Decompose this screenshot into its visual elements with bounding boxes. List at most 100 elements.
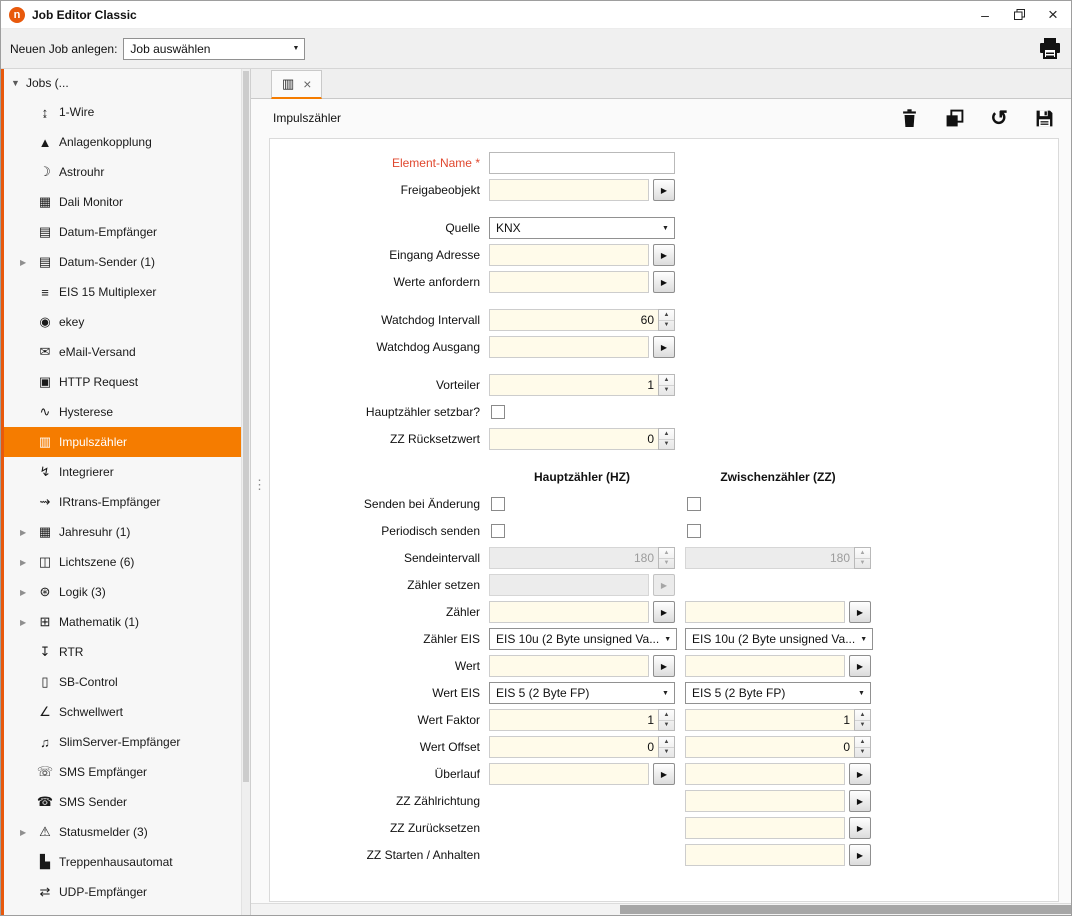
ueberlauf-hz-select-button[interactable]: ▶: [653, 763, 675, 785]
sidebar-item-logik-3[interactable]: ▶ ⊛ Logik (3): [4, 577, 250, 607]
expander-icon[interactable]: ▶: [20, 558, 36, 567]
werte-anfordern-select-button[interactable]: ▶: [653, 271, 675, 293]
sidebar-item-datum-empfaenger[interactable]: ▤ Datum-Empfänger: [4, 217, 250, 247]
sidebar-item-sms-empfaenger[interactable]: ☏ SMS Empfänger: [4, 757, 250, 787]
expander-icon[interactable]: ▶: [20, 588, 36, 597]
splitter-handle[interactable]: ⋮: [253, 477, 266, 493]
sidebar-item-anlagenkopplung[interactable]: ▲ Anlagenkopplung: [4, 127, 250, 157]
zaehler-hz-input[interactable]: [489, 601, 649, 623]
tab-close-icon[interactable]: ×: [303, 77, 311, 91]
close-button[interactable]: ×: [1043, 5, 1063, 25]
copy-button[interactable]: [943, 107, 965, 129]
wert-eis-zz-select[interactable]: EIS 5 (2 Byte FP)▼: [685, 682, 871, 704]
wert-offset-hz-input[interactable]: [489, 736, 659, 758]
delete-button[interactable]: [898, 107, 920, 129]
quelle-select[interactable]: KNX▼: [489, 217, 675, 239]
sidebar-item-statusmelder-3[interactable]: ▶ ⚠ Statusmelder (3): [4, 817, 250, 847]
hauptzaehler-setzbar-checkbox[interactable]: [491, 405, 505, 419]
freigabeobjekt-input[interactable]: [489, 179, 649, 201]
wert-hz-select-button[interactable]: ▶: [653, 655, 675, 677]
collapse-icon[interactable]: ▼: [11, 78, 26, 88]
wert-eis-hz-select[interactable]: EIS 5 (2 Byte FP)▼: [489, 682, 675, 704]
zz-ruecksetzwert-spinner[interactable]: ▲▼: [658, 428, 675, 450]
sidebar-item-sms-sender[interactable]: ☎ SMS Sender: [4, 787, 250, 817]
wert-faktor-hz-spinner[interactable]: ▲▼: [658, 709, 675, 731]
watchdog-intervall-input[interactable]: [489, 309, 659, 331]
wert-offset-zz-spinner[interactable]: ▲▼: [854, 736, 871, 758]
sidebar-item-datum-sender-1[interactable]: ▶ ▤ Datum-Sender (1): [4, 247, 250, 277]
periodisch-senden-zz-checkbox[interactable]: [687, 524, 701, 538]
freigabeobjekt-select-button[interactable]: ▶: [653, 179, 675, 201]
sidebar-item-udp-empfaenger[interactable]: ⇄ UDP-Empfänger: [4, 877, 250, 907]
job-select[interactable]: Job auswählen ▼: [123, 38, 305, 60]
sidebar-item-jahresuhr-1[interactable]: ▶ ▦ Jahresuhr (1): [4, 517, 250, 547]
sidebar-item-integrierer[interactable]: ↯ Integrierer: [4, 457, 250, 487]
sidebar-item-schwellwert[interactable]: ∠ Schwellwert: [4, 697, 250, 727]
watchdog-intervall-spinner[interactable]: ▲▼: [658, 309, 675, 331]
zz-zaehlrichtung-select-button[interactable]: ▶: [849, 790, 871, 812]
zz-zuruecksetzen-select-button[interactable]: ▶: [849, 817, 871, 839]
sidebar-scrollbar-thumb[interactable]: [243, 71, 249, 782]
sidebar-item-partial[interactable]: ▪: [4, 907, 250, 915]
vorteiler-input[interactable]: [489, 374, 659, 396]
sidebar-item-rtr[interactable]: ↧ RTR: [4, 637, 250, 667]
sidebar-item-dali-monitor[interactable]: ▦ Dali Monitor: [4, 187, 250, 217]
zz-starten-anhalten-select-button[interactable]: ▶: [849, 844, 871, 866]
zz-zaehlrichtung-input[interactable]: [685, 790, 845, 812]
sidebar-item-http-request[interactable]: ▣ HTTP Request: [4, 367, 250, 397]
sidebar-item-1-wire[interactable]: ↨ 1-Wire: [4, 97, 250, 127]
senden-bei-aenderung-hz-checkbox[interactable]: [491, 497, 505, 511]
zaehler-eis-zz-select[interactable]: EIS 10u (2 Byte unsigned Va...▼: [685, 628, 873, 650]
senden-bei-aenderung-zz-checkbox[interactable]: [687, 497, 701, 511]
wert-hz-input[interactable]: [489, 655, 649, 677]
sidebar-item-mathematik-1[interactable]: ▶ ⊞ Mathematik (1): [4, 607, 250, 637]
zaehler-zz-input[interactable]: [685, 601, 845, 623]
expander-icon[interactable]: ▶: [20, 528, 36, 537]
ueberlauf-zz-input[interactable]: [685, 763, 845, 785]
wert-faktor-zz-input[interactable]: [685, 709, 855, 731]
ueberlauf-zz-select-button[interactable]: ▶: [849, 763, 871, 785]
sidebar-item-hysterese[interactable]: ∿ Hysterese: [4, 397, 250, 427]
expander-icon[interactable]: ▶: [20, 618, 36, 627]
element-name-input[interactable]: [489, 152, 675, 174]
sidebar-item-sb-control[interactable]: ▯ SB-Control: [4, 667, 250, 697]
save-button[interactable]: [1033, 107, 1055, 129]
ueberlauf-hz-input[interactable]: [489, 763, 649, 785]
jobs-root-node[interactable]: ▼ Jobs (...: [4, 69, 250, 97]
wert-zz-input[interactable]: [685, 655, 845, 677]
sidebar-item-eis-15-multiplexer[interactable]: ≡ EIS 15 Multiplexer: [4, 277, 250, 307]
wert-zz-select-button[interactable]: ▶: [849, 655, 871, 677]
sidebar-item-email-versand[interactable]: ✉ eMail-Versand: [4, 337, 250, 367]
zaehler-eis-hz-select[interactable]: EIS 10u (2 Byte unsigned Va...▼: [489, 628, 677, 650]
sidebar-item-treppenhausautomat[interactable]: ▙ Treppenhausautomat: [4, 847, 250, 877]
sidebar-item-ekey[interactable]: ◉ ekey: [4, 307, 250, 337]
expander-icon[interactable]: ▶: [20, 828, 36, 837]
wert-faktor-hz-input[interactable]: [489, 709, 659, 731]
periodisch-senden-hz-checkbox[interactable]: [491, 524, 505, 538]
zaehler-zz-select-button[interactable]: ▶: [849, 601, 871, 623]
zz-starten-anhalten-input[interactable]: [685, 844, 845, 866]
vorteiler-spinner[interactable]: ▲▼: [658, 374, 675, 396]
sidebar-item-astrouhr[interactable]: ☽ Astrouhr: [4, 157, 250, 187]
print-button[interactable]: [1038, 38, 1062, 60]
maximize-button[interactable]: [1009, 5, 1029, 25]
wert-offset-hz-spinner[interactable]: ▲▼: [658, 736, 675, 758]
werte-anfordern-input[interactable]: [489, 271, 649, 293]
sidebar-item-lichtszene-6[interactable]: ▶ ◫ Lichtszene (6): [4, 547, 250, 577]
zz-zuruecksetzen-input[interactable]: [685, 817, 845, 839]
sidebar-item-irtrans-empfaenger[interactable]: ⇝ IRtrans-Empfänger: [4, 487, 250, 517]
expander-icon[interactable]: ▶: [20, 258, 36, 267]
horizontal-scrollbar-thumb[interactable]: [620, 905, 1071, 914]
wert-faktor-zz-spinner[interactable]: ▲▼: [854, 709, 871, 731]
zz-ruecksetzwert-input[interactable]: [489, 428, 659, 450]
watchdog-ausgang-select-button[interactable]: ▶: [653, 336, 675, 358]
minimize-button[interactable]: –: [975, 5, 995, 25]
eingang-adresse-select-button[interactable]: ▶: [653, 244, 675, 266]
reload-button[interactable]: ↺: [988, 107, 1010, 129]
eingang-adresse-input[interactable]: [489, 244, 649, 266]
wert-offset-zz-input[interactable]: [685, 736, 855, 758]
tab-impulszaehler[interactable]: ▥ ×: [271, 70, 322, 99]
zaehler-hz-select-button[interactable]: ▶: [653, 601, 675, 623]
sidebar-item-slimserver-empfaenger[interactable]: ♫ SlimServer-Empfänger: [4, 727, 250, 757]
sidebar-item-impulszaehler[interactable]: ▥ Impulszähler: [4, 427, 250, 457]
